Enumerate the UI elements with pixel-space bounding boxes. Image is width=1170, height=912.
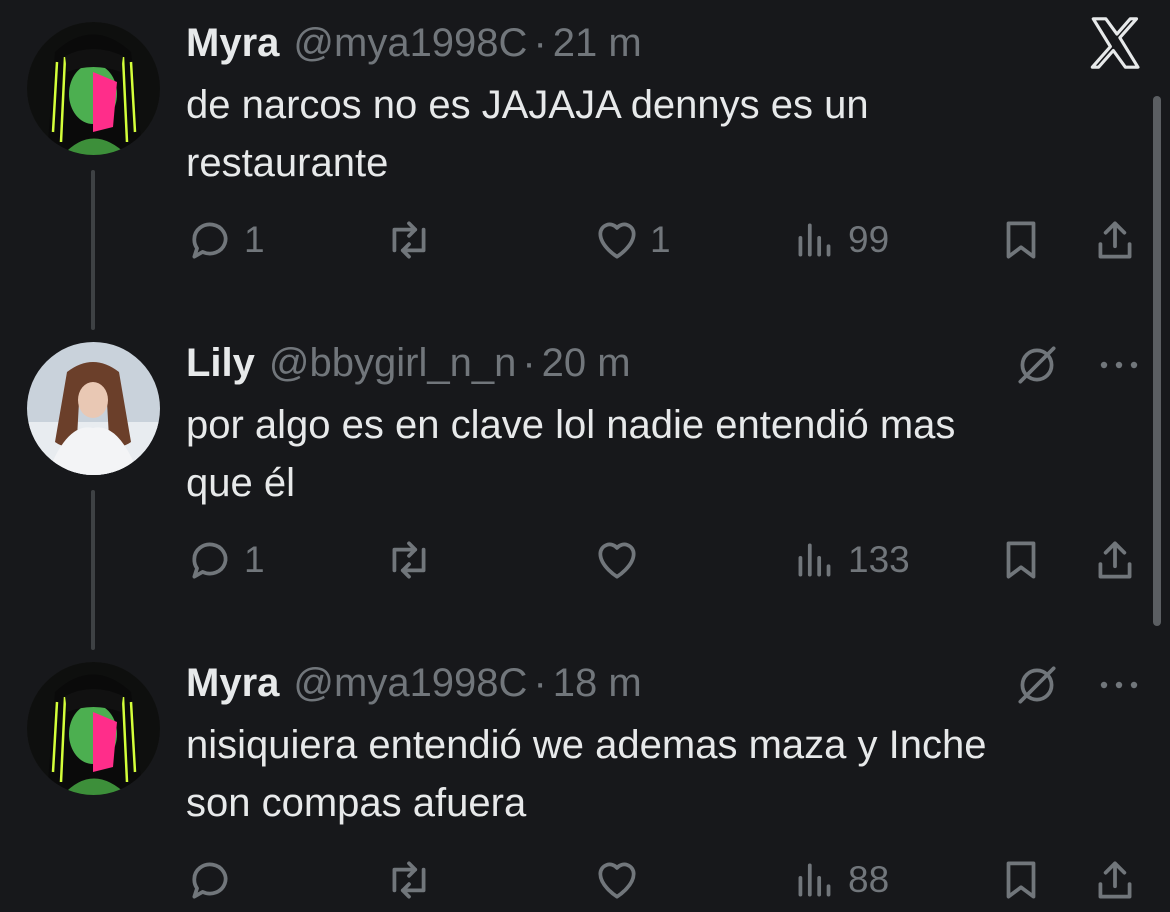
timestamp[interactable]: 21 m (553, 18, 642, 68)
more-icon[interactable] (1096, 355, 1142, 375)
reply-count: 1 (244, 539, 265, 580)
retweet-button[interactable] (384, 850, 442, 910)
tweet-header: Myra @mya1998C · 21 m (186, 18, 642, 68)
views-icon (798, 543, 831, 577)
avatar[interactable] (27, 342, 160, 475)
tweet-text: de narcos no es JAJAJA dennys es un rest… (186, 76, 1126, 192)
avatar[interactable] (27, 662, 160, 795)
bookmark-icon (1006, 541, 1036, 579)
retweet-icon (392, 541, 426, 579)
tweet[interactable]: Myra @mya1998C · 18 m nisiquiera entendi… (0, 650, 1170, 912)
share-button[interactable] (1090, 530, 1140, 590)
view-count: 99 (848, 219, 890, 260)
user-handle[interactable]: @mya1998C (293, 18, 527, 68)
share-button[interactable] (1090, 850, 1140, 910)
more-icon[interactable] (1096, 675, 1142, 695)
views-icon (798, 863, 831, 897)
timestamp[interactable]: 20 m (542, 338, 631, 388)
reply-button[interactable]: 1 (186, 210, 265, 270)
grok-icon[interactable] (1012, 340, 1062, 390)
tweet-text-line: por algo es en clave lol nadie entendió … (186, 403, 956, 447)
tweet-text-line: restaurante (186, 141, 389, 185)
like-button[interactable]: 1 (592, 210, 671, 270)
user-handle[interactable]: @mya1998C (293, 658, 527, 708)
heart-icon (598, 222, 636, 259)
share-icon (1098, 861, 1132, 899)
reply-icon (192, 222, 228, 259)
tweet-header: Myra @mya1998C · 18 m (186, 658, 642, 708)
display-name[interactable]: Myra (186, 18, 279, 68)
retweet-icon (392, 861, 426, 899)
tweet-text-line: son compas afuera (186, 781, 527, 825)
share-icon (1098, 221, 1132, 259)
tweet-text: por algo es en clave lol nadie entendió … (186, 396, 1126, 512)
bookmark-button[interactable] (996, 530, 1046, 590)
separator: · (522, 341, 536, 385)
thread-view: Myra @mya1998C · 21 m de narcos no es JA… (0, 0, 1170, 912)
share-icon (1098, 541, 1132, 579)
avatar[interactable] (27, 22, 160, 155)
action-bar: 1 1 99 (0, 210, 1170, 270)
separator: · (533, 661, 547, 705)
reply-icon (192, 542, 228, 579)
tweet[interactable]: Lily @bbygirl_n_n · 20 m por algo es en … (0, 330, 1170, 630)
retweet-button[interactable] (384, 530, 442, 590)
share-button[interactable] (1090, 210, 1140, 270)
separator: · (533, 21, 547, 65)
timestamp[interactable]: 18 m (553, 658, 642, 708)
like-count: 1 (650, 219, 671, 260)
user-handle[interactable]: @bbygirl_n_n (269, 338, 516, 388)
tweet-text: nisiquiera entendió we ademas maza y Inc… (186, 716, 1126, 832)
views-button[interactable]: 88 (790, 850, 889, 910)
heart-icon (598, 542, 636, 579)
tweet-text-line: de narcos no es JAJAJA dennys es un (186, 83, 869, 127)
display-name[interactable]: Myra (186, 658, 279, 708)
heart-icon (598, 862, 636, 899)
reply-icon (192, 862, 228, 899)
bookmark-button[interactable] (996, 210, 1046, 270)
bookmark-icon (1006, 221, 1036, 259)
display-name[interactable]: Lily (186, 338, 255, 388)
tweet-header: Lily @bbygirl_n_n · 20 m (186, 338, 631, 388)
reply-button[interactable]: 1 (186, 530, 265, 590)
grok-icon[interactable] (1012, 660, 1062, 710)
tweet[interactable]: Myra @mya1998C · 21 m de narcos no es JA… (0, 0, 1170, 300)
action-bar: 1 133 (0, 530, 1170, 590)
reply-count: 1 (244, 219, 265, 260)
action-bar: 88 (0, 850, 1170, 910)
view-count: 133 (848, 539, 910, 580)
retweet-button[interactable] (384, 210, 442, 270)
view-count: 88 (848, 859, 890, 900)
bookmark-button[interactable] (996, 850, 1046, 910)
views-button[interactable]: 133 (790, 530, 910, 590)
bookmark-icon (1006, 861, 1036, 899)
tweet-text-line: nisiquiera entendió we ademas maza y Inc… (186, 723, 987, 767)
views-button[interactable]: 99 (790, 210, 889, 270)
reply-button[interactable] (186, 850, 244, 910)
like-button[interactable] (592, 530, 650, 590)
tweet-text-line: que él (186, 461, 295, 505)
retweet-icon (392, 221, 426, 259)
like-button[interactable] (592, 850, 650, 910)
views-icon (798, 223, 831, 257)
